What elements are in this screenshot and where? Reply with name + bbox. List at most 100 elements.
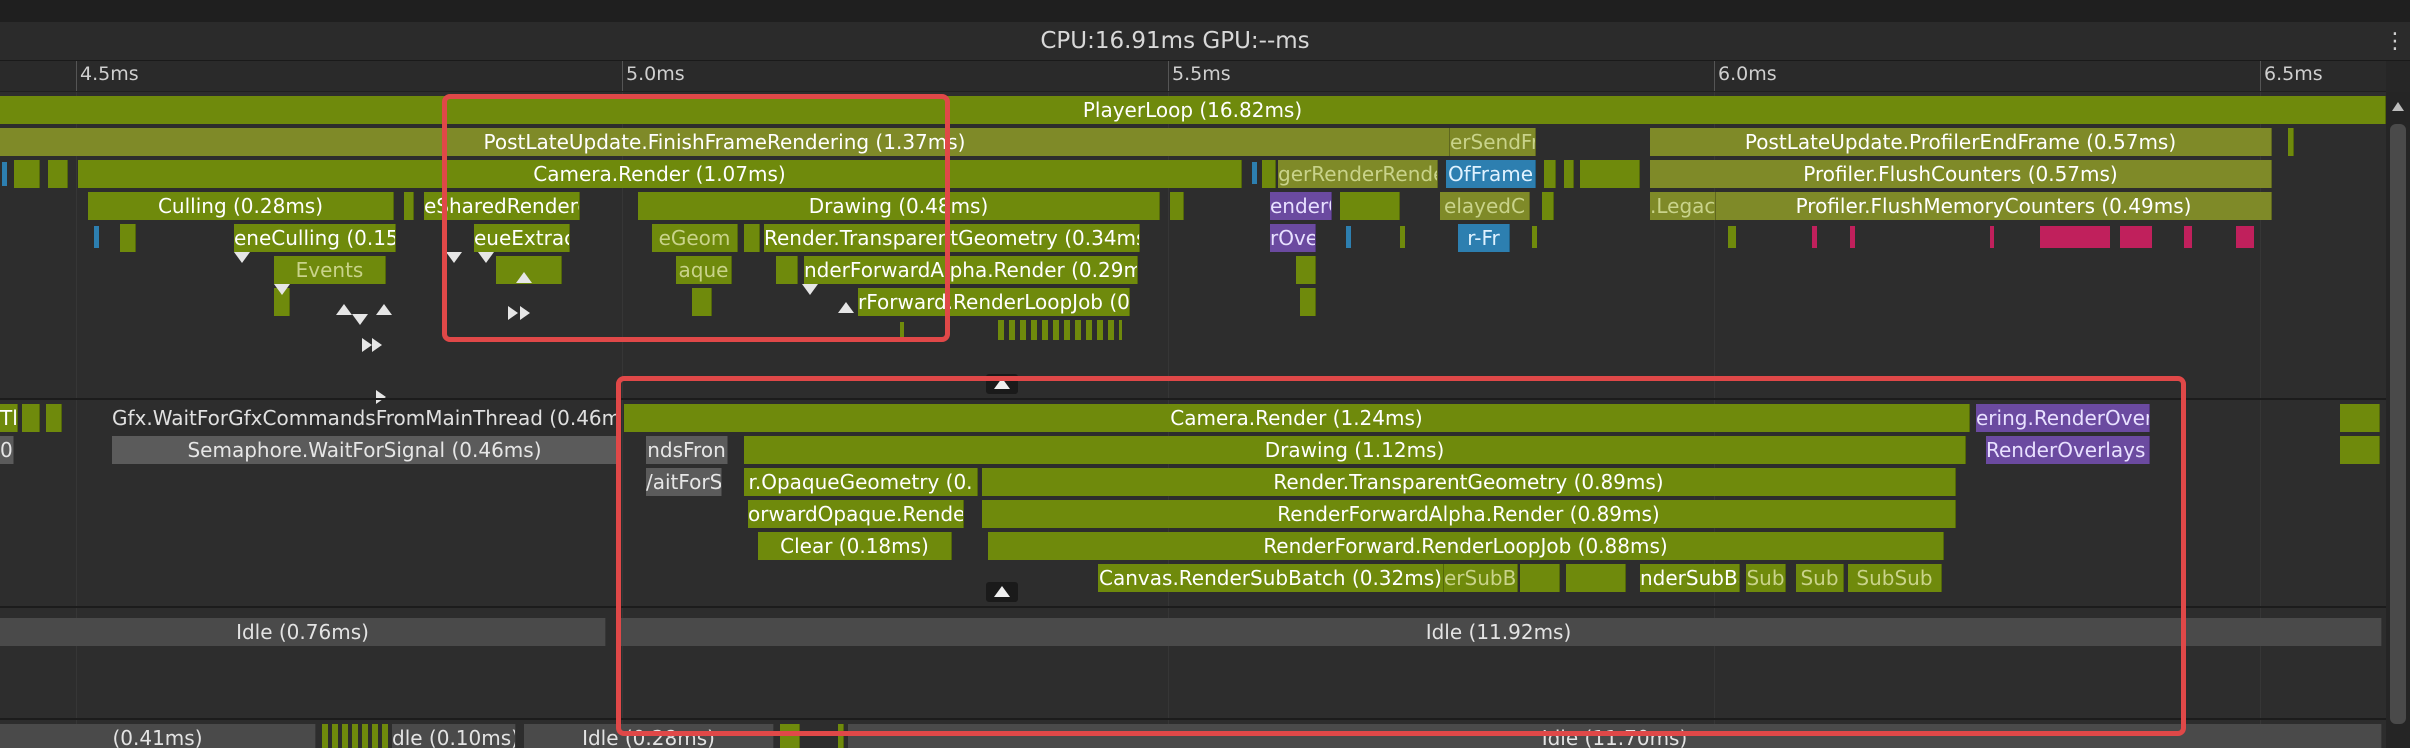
sample-small[interactable] [14,160,40,188]
sample-sub-3[interactable]: SubSub [1848,564,1942,592]
sample-render-thread-drawing[interactable]: Drawing (1.12ms) [744,436,1966,464]
sample-culling[interactable]: Culling (0.28ms) [88,192,394,220]
collapsed-marker-icon[interactable] [802,284,818,295]
sample-small[interactable] [1170,192,1184,220]
sample-flush-counters[interactable]: Profiler.FlushCounters (0.57ms) [1650,160,2272,188]
play-marker-icon[interactable] [362,338,372,352]
sample-small[interactable] [838,724,844,748]
sample-of-frame[interactable]: OfFrame [1446,160,1536,188]
sample-events[interactable]: Events [274,256,386,284]
sample-render-thread-forward-alpha[interactable]: RenderForwardAlpha.Render (0.89ms) [982,500,1956,528]
sample-forward-opaque[interactable]: orwardOpaque.Render [748,500,964,528]
sample-idle[interactable]: (0.41ms) [0,724,316,748]
sample-zero-clipped[interactable]: 0. [0,436,14,464]
sample-subbatch-clipped-2[interactable]: nderSubBat [1640,564,1740,592]
sample-queue-extract[interactable]: eueExtrac [474,224,570,252]
sample-small[interactable] [48,160,68,188]
sample-fr-clipped[interactable]: r-Fr [1458,224,1510,252]
scrollbar-thumb[interactable] [2390,124,2406,724]
sample-profiler-end-frame[interactable]: PostLateUpdate.ProfilerEndFrame (0.57ms) [1650,128,2272,156]
sample-small[interactable] [1400,226,1405,248]
vertical-scrollbar[interactable] [2386,92,2410,748]
sample-render-overlays-clipped[interactable]: gerRenderRende [1278,160,1438,188]
sample-small[interactable] [744,224,760,252]
expand-marker-icon[interactable] [516,272,532,283]
sample-idle[interactable]: Idle (11.92ms) [616,618,2382,646]
play-marker-icon[interactable] [520,306,530,320]
expand-marker-icon[interactable] [336,304,352,315]
sample-small[interactable] [1340,192,1400,220]
sample-wait-main-thread[interactable]: Gfx.WaitForGfxCommandsFromMainThread (0.… [112,404,620,432]
sample-finish-frame-rendering[interactable]: PostLateUpdate.FinishFrameRendering (1.3… [0,128,1450,156]
more-options-icon[interactable]: ⋮ [2384,30,2406,54]
sample-transparent-geometry[interactable]: Render.TransparentGeometry (0.34ms) [764,224,1140,252]
sample-idle[interactable]: Idle (11.70ms) [848,724,2382,748]
sample-render-thread-loop-job[interactable]: RenderForward.RenderLoopJob (0.88ms) [988,532,1944,560]
sample-idle[interactable]: Idle (0.28ms) [524,724,774,748]
sample-small[interactable] [1262,160,1276,188]
play-marker-icon[interactable] [372,338,382,352]
sample-legacy[interactable]: .Legacy [1650,192,1716,220]
sample-small[interactable] [900,322,904,340]
collapse-thread-button[interactable] [986,582,1018,602]
sample-scene-culling[interactable]: eneCulling (0.15m [234,224,396,252]
sample-render-thread-transparent[interactable]: Render.TransparentGeometry (0.89ms) [982,468,1956,496]
sample-small[interactable] [404,192,414,220]
collapsed-marker-icon[interactable] [274,284,290,295]
sample-small[interactable] [1566,564,1626,592]
sample-small[interactable] [776,256,798,284]
sample-cmds-clipped[interactable]: ndsFron [646,436,728,464]
sample-sub-2[interactable]: Sub [1796,564,1844,592]
sample-geom-clipped[interactable]: eGeom [652,224,738,252]
sample-delayed[interactable]: elayedC [1440,192,1530,220]
sample-small[interactable] [1990,226,1994,248]
sample-cluster[interactable] [998,320,1122,340]
sample-opaque-geometry[interactable]: r.OpaqueGeometry (0. [744,468,978,496]
sample-small[interactable] [120,224,136,252]
sample-small[interactable] [1812,226,1817,248]
sample-drawing[interactable]: Drawing (0.48ms) [638,192,1160,220]
sample-idle[interactable]: Idle (0.76ms) [0,618,606,646]
sample-small[interactable] [2288,128,2294,156]
sample-small[interactable] [2236,226,2254,248]
sample-render-loop-job[interactable]: rForward.RenderLoopJob (0. [858,288,1130,316]
sample-small[interactable] [1300,288,1316,316]
sample-small[interactable] [1850,226,1855,248]
sample-small[interactable] [2184,226,2192,248]
sample-rove-clipped[interactable]: rOve [1270,224,1316,252]
sample-small[interactable] [22,404,40,432]
sample-render-clipped[interactable]: enderC [1270,192,1332,220]
sample-render-overlays-2[interactable]: RenderOverlays ( [1986,436,2150,464]
sample-t-clipped[interactable]: Tl [0,404,18,432]
collapsed-marker-icon[interactable] [234,252,250,263]
sample-small[interactable] [1728,226,1736,248]
sample-flush-memory-counters[interactable]: Profiler.FlushMemoryCounters (0.49ms) [1716,192,2272,220]
sample-small[interactable] [1542,192,1554,220]
sample-small[interactable] [1544,160,1556,188]
sample-cluster[interactable] [322,724,388,748]
sample-player-loop[interactable]: PlayerLoop (16.82ms) [0,96,2386,124]
sample-sub-1[interactable]: Sub [1746,564,1786,592]
sample-small[interactable] [780,724,800,748]
sample-shared-renderer[interactable]: eSharedRendere [424,192,580,220]
time-ruler[interactable]: 4.5ms 5.0ms 5.5ms 6.0ms 6.5ms [0,61,2386,92]
timeline-overview-strip[interactable] [0,0,2410,23]
collapse-thread-button[interactable] [986,374,1018,394]
sample-small[interactable] [1296,256,1316,284]
timeline-area[interactable]: PlayerLoop (16.82ms) PostLateUpdate.Fini… [0,92,2386,748]
sample-small[interactable] [2120,226,2152,248]
sample-small[interactable] [2340,404,2380,432]
sample-subbatch-clipped[interactable]: erSubBa [1444,564,1518,592]
collapsed-marker-icon[interactable] [478,252,494,263]
sample-small[interactable] [1252,162,1257,184]
play-marker-icon[interactable] [376,390,386,404]
sample-small[interactable] [692,288,712,316]
play-marker-icon[interactable] [508,306,518,320]
collapsed-marker-icon[interactable] [446,252,462,263]
expand-marker-icon[interactable] [838,302,854,313]
sample-small[interactable] [2,162,7,186]
sample-small[interactable] [2040,226,2110,248]
sample-small[interactable] [1520,564,1560,592]
sample-render-overlays[interactable]: ering.RenderOverla [1976,404,2150,432]
sample-small[interactable] [46,404,62,432]
